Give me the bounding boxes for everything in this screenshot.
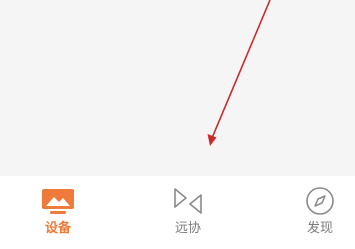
app-screen: 设备 远协 发现 bbox=[0, 0, 355, 249]
bottom-tab-bar: 设备 远协 发现 bbox=[0, 176, 355, 249]
remote-assist-icon bbox=[171, 184, 205, 218]
tab-remote-assist-label: 远协 bbox=[174, 221, 201, 236]
main-content-area bbox=[0, 0, 355, 176]
compass-icon bbox=[303, 184, 337, 218]
tab-discover[interactable]: 发现 bbox=[280, 176, 355, 249]
device-image-icon bbox=[41, 184, 75, 218]
tab-discover-label: 发现 bbox=[306, 221, 333, 236]
tab-devices[interactable]: 设备 bbox=[18, 176, 98, 249]
tab-remote-assist[interactable]: 远协 bbox=[148, 176, 228, 249]
tab-devices-label: 设备 bbox=[44, 221, 71, 236]
